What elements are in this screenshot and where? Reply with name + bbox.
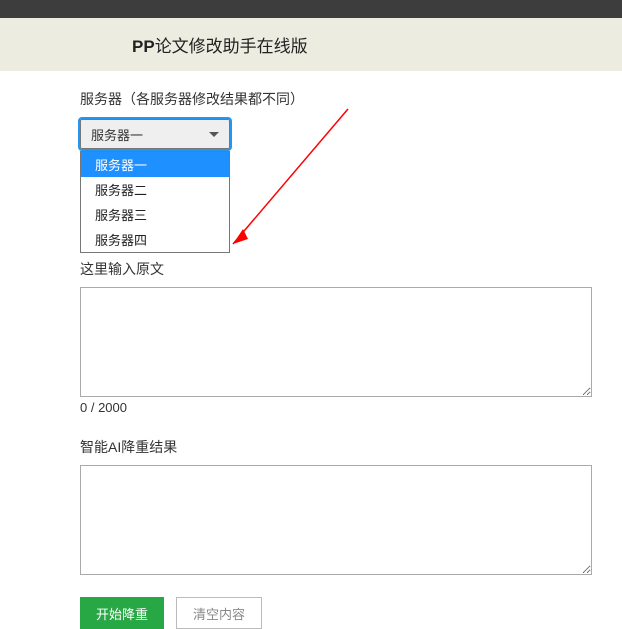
annotation-arrow-icon [218, 99, 358, 259]
server-label: 服务器（各服务器修改结果都不同） [80, 89, 595, 109]
server-option-3[interactable]: 服务器三 [81, 202, 229, 227]
source-label: 这里输入原文 [80, 259, 595, 279]
server-dropdown: 服务器一 服务器二 服务器三 服务器四 [80, 151, 230, 253]
char-counter: 0 / 2000 [80, 400, 595, 415]
button-row: 开始降重 清空内容 [80, 597, 595, 629]
result-textarea[interactable] [80, 465, 592, 575]
title-bold: PP [132, 37, 155, 56]
server-select[interactable]: 服务器一 [80, 119, 230, 149]
clear-button[interactable]: 清空内容 [176, 597, 262, 629]
window-top-bar [0, 0, 622, 18]
server-option-4[interactable]: 服务器四 [81, 227, 229, 252]
main-content: 服务器（各服务器修改结果都不同） 服务器一 服务器一 服务器二 服务器三 服务器… [0, 71, 622, 629]
chevron-down-icon [209, 132, 219, 137]
server-select-wrap: 服务器一 服务器一 服务器二 服务器三 服务器四 [80, 119, 230, 149]
server-option-1[interactable]: 服务器一 [81, 152, 229, 177]
page-title: PP论文修改助手在线版 [132, 32, 622, 57]
server-select-value: 服务器一 [91, 125, 143, 144]
title-rest: 论文修改助手在线版 [155, 37, 308, 56]
start-button[interactable]: 开始降重 [80, 597, 164, 629]
title-bar: PP论文修改助手在线版 [0, 18, 622, 71]
server-option-2[interactable]: 服务器二 [81, 177, 229, 202]
result-label: 智能AI降重结果 [80, 437, 595, 457]
source-textarea[interactable] [80, 287, 592, 397]
